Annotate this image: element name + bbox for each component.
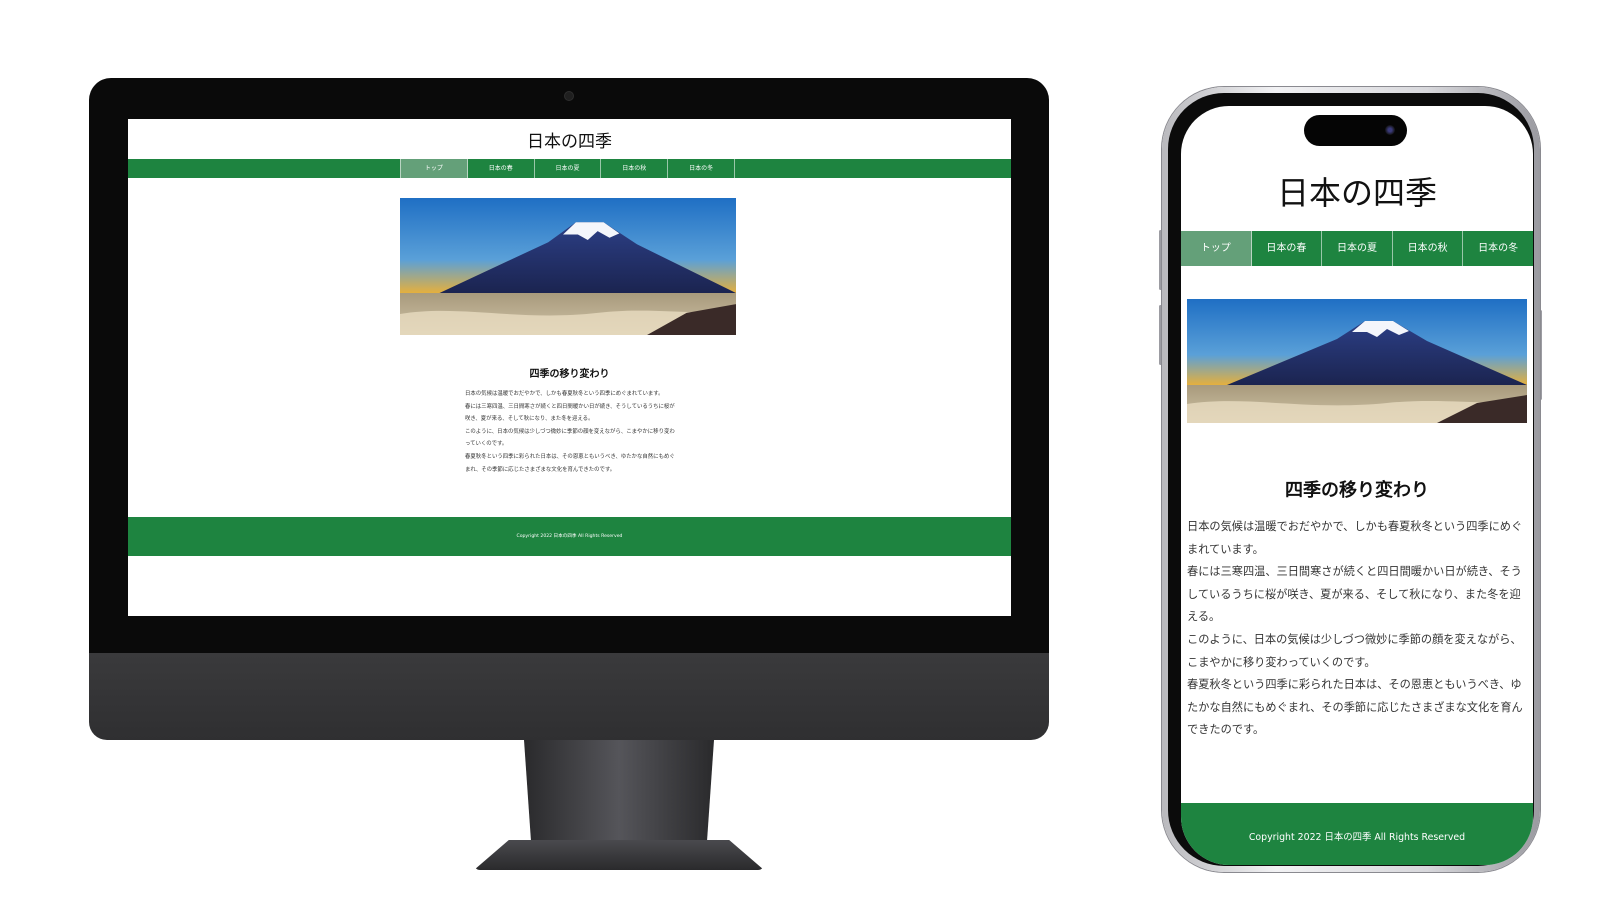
section-body: 日本の気候は温暖でおだやかで、しかも春夏秋冬という四季にめぐまれています。 春に… xyxy=(1187,516,1527,742)
nav-item-autumn[interactable]: 日本の秋 xyxy=(601,159,669,178)
site-footer: Copyright 2022 日本の四季 All Rights Reserved xyxy=(128,517,1011,556)
iphone-mockup: 日本の四季 トップ 日本の春 日本の夏 日本の秋 日本の冬 四季の移り変わり 日… xyxy=(1162,87,1540,872)
imac-stand xyxy=(474,740,764,875)
section-heading: 四季の移り変わり xyxy=(1285,480,1429,501)
nav-bar: トップ 日本の春 日本の夏 日本の秋 日本の冬 xyxy=(1181,231,1533,266)
section-body: 日本の気候は温暖でおだやかで、しかも春夏秋冬という四季にめぐまれています。 春に… xyxy=(465,388,677,476)
site-title: 日本の四季 xyxy=(1276,174,1437,212)
section-heading: 四季の移り変わり xyxy=(529,369,610,380)
paragraph: 春夏秋冬という四季に彩られた日本は、その恩恵ともいうべき、ゆたかな自然にもめぐま… xyxy=(1187,678,1523,737)
nav-item-top[interactable]: トップ xyxy=(1181,231,1252,266)
nav-item-top[interactable]: トップ xyxy=(400,159,468,178)
desktop-screen: 日本の四季 トップ 日本の春 日本の夏 日本の秋 日本の冬 四季の移り変わり 日… xyxy=(128,119,1011,616)
dynamic-island xyxy=(1304,115,1407,146)
hero-image xyxy=(400,198,736,335)
paragraph: 春夏秋冬という四季に彩られた日本は、その恩恵ともいうべき、ゆたかな自然にもめぐま… xyxy=(465,453,675,473)
paragraph: 日本の気候は温暖でおだやかで、しかも春夏秋冬という四季にめぐまれています。 xyxy=(1187,520,1523,556)
imac-mockup: 日本の四季 トップ 日本の春 日本の夏 日本の秋 日本の冬 四季の移り変わり 日… xyxy=(89,78,1049,870)
paragraph: このように、日本の気候は少しづつ微妙に季節の顔を変えながら、こまやかに移り変わっ… xyxy=(1187,632,1522,669)
imac-chin xyxy=(89,653,1049,740)
nav-item-spring[interactable]: 日本の春 xyxy=(468,159,535,178)
paragraph: 日本の気候は温暖でおだやかで、しかも春夏秋冬という四季にめぐまれています。 xyxy=(465,391,664,397)
paragraph: このように、日本の気候は少しづつ微妙に季節の顔を変えながら、こまやかに移り変わっ… xyxy=(465,428,675,448)
site-footer: Copyright 2022 日本の四季 All Rights Reserved xyxy=(1181,803,1533,865)
nav-item-winter[interactable]: 日本の冬 xyxy=(668,159,735,178)
hero-image xyxy=(1187,299,1527,423)
nav-item-spring[interactable]: 日本の春 xyxy=(1252,231,1323,266)
nav-item-summer[interactable]: 日本の夏 xyxy=(535,159,602,178)
camera-icon xyxy=(1385,125,1395,135)
paragraph: 春には三寒四温、三日間寒さが続くと四日間暖かい日が続き、そうしているうちに桜が咲… xyxy=(465,403,675,423)
mobile-screen: 日本の四季 トップ 日本の春 日本の夏 日本の秋 日本の冬 四季の移り変わり 日… xyxy=(1181,106,1533,865)
camera-icon xyxy=(564,91,574,101)
site-title: 日本の四季 xyxy=(527,132,612,152)
nav-item-summer[interactable]: 日本の夏 xyxy=(1322,231,1393,266)
paragraph: 春には三寒四温、三日間寒さが続くと四日間暖かい日が続き、そうしているうちに桜が咲… xyxy=(1187,565,1522,624)
imac-bezel: 日本の四季 トップ 日本の春 日本の夏 日本の秋 日本の冬 四季の移り変わり 日… xyxy=(89,78,1049,653)
nav-bar: トップ 日本の春 日本の夏 日本の秋 日本の冬 xyxy=(128,159,1011,178)
nav-item-autumn[interactable]: 日本の秋 xyxy=(1393,231,1464,266)
nav-item-winter[interactable]: 日本の冬 xyxy=(1463,231,1533,266)
